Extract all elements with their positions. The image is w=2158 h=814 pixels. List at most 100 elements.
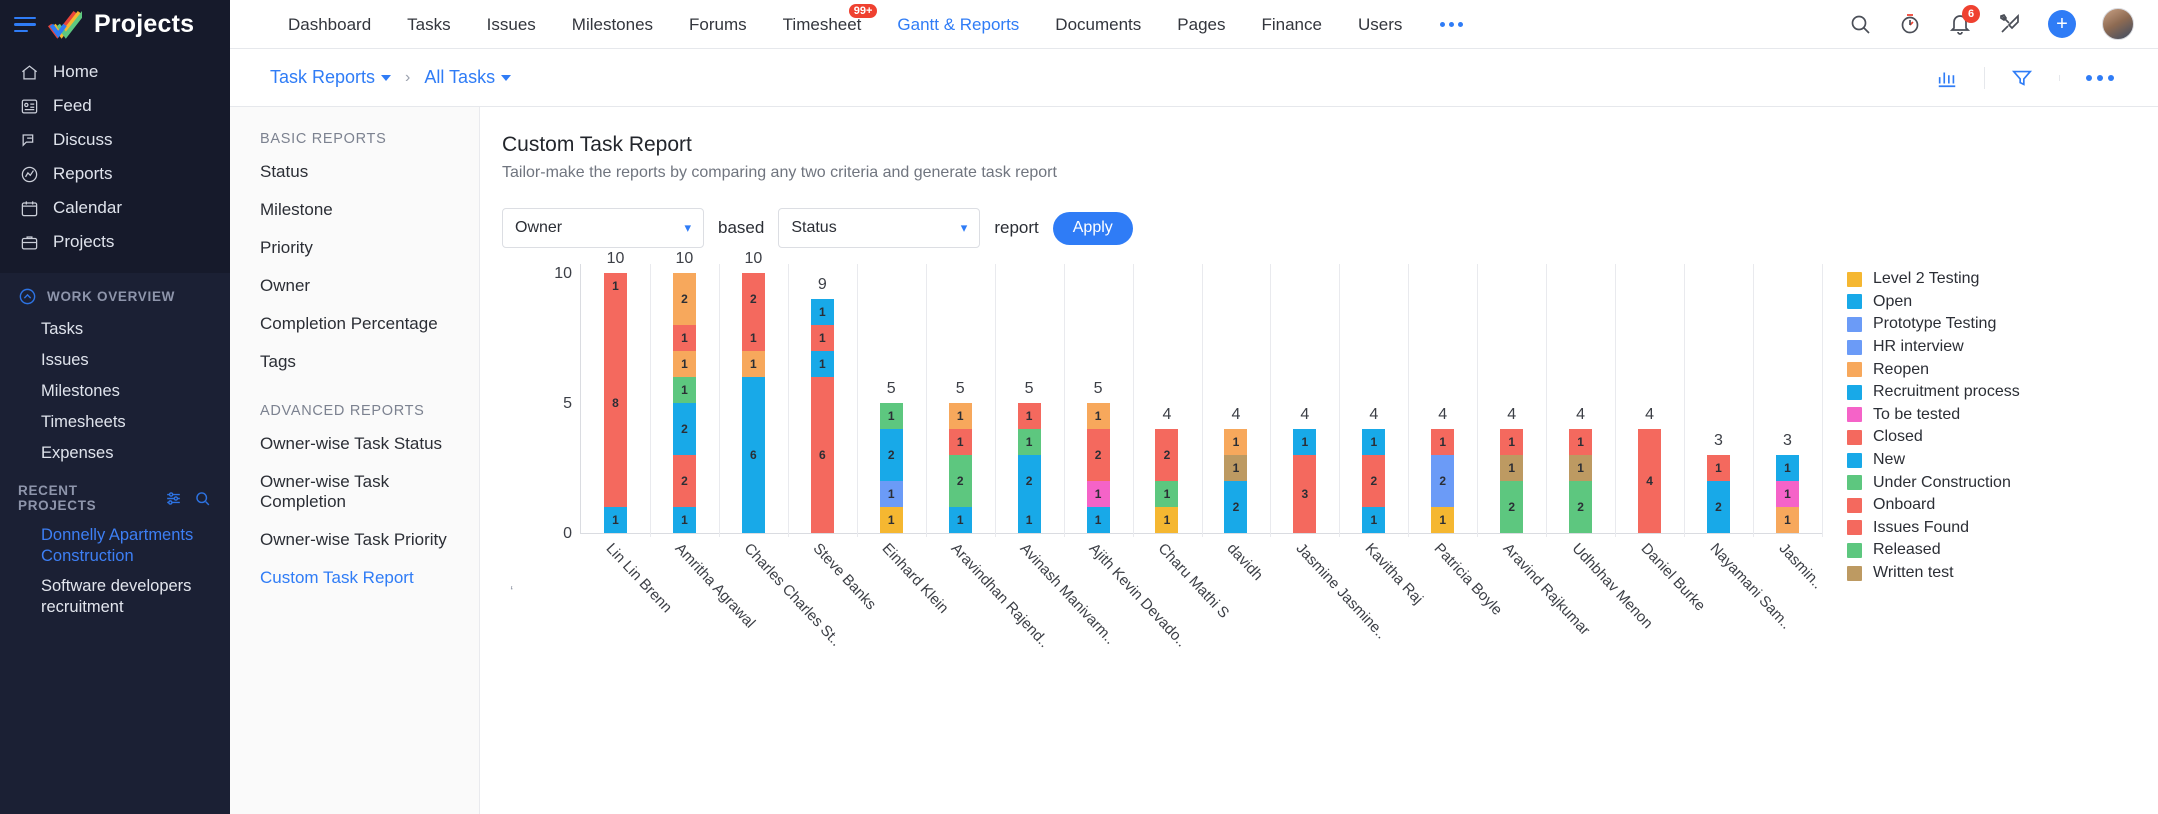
bar-segment[interactable]: 1 bbox=[1775, 455, 1799, 481]
bar-column[interactable]: 4211 bbox=[1133, 264, 1202, 533]
sidebar-item-calendar[interactable]: Calendar bbox=[0, 191, 230, 225]
bar-segment[interactable]: 2 bbox=[672, 455, 696, 507]
bar-segment[interactable]: 4 bbox=[1638, 429, 1662, 533]
nav-issues[interactable]: Issues bbox=[469, 0, 554, 49]
breadcrumb-task-reports[interactable]: Task Reports bbox=[270, 67, 392, 88]
apply-button[interactable]: Apply bbox=[1052, 211, 1133, 245]
legend-item[interactable]: HR interview bbox=[1847, 336, 2158, 359]
bar-segment[interactable]: 2 bbox=[1086, 429, 1110, 481]
bar-segment[interactable]: 1 bbox=[1775, 507, 1799, 533]
bar-segment[interactable]: 1 bbox=[810, 351, 834, 377]
bar-segment[interactable]: 1 bbox=[1431, 429, 1455, 455]
add-button[interactable]: + bbox=[2048, 10, 2076, 38]
report-item-owner[interactable]: Owner bbox=[230, 267, 479, 305]
work-overview-header[interactable]: WORK OVERVIEW bbox=[0, 273, 230, 314]
report-item-priority[interactable]: Priority bbox=[230, 229, 479, 267]
filter-icon[interactable] bbox=[1984, 66, 2059, 89]
bar-segment[interactable]: 3 bbox=[1293, 455, 1317, 533]
bar-segment[interactable]: 1 bbox=[672, 351, 696, 377]
bar-segment[interactable]: 1 bbox=[948, 403, 972, 429]
bar-segment[interactable]: 8 bbox=[603, 299, 627, 507]
bar-segment[interactable]: 2 bbox=[741, 273, 765, 325]
sidebar-item-expenses[interactable]: Expenses bbox=[0, 438, 230, 469]
more-icon[interactable] bbox=[2059, 74, 2140, 81]
legend-item[interactable]: Issues Found bbox=[1847, 517, 2158, 540]
bar-segment[interactable]: 1 bbox=[1293, 429, 1317, 455]
bar-segment[interactable]: 6 bbox=[741, 377, 765, 533]
nav-more-icon[interactable] bbox=[1420, 21, 1483, 27]
bar-segment[interactable]: 1 bbox=[879, 507, 903, 533]
bar-segment[interactable]: 1 bbox=[810, 325, 834, 351]
bar-segment[interactable]: 1 bbox=[1086, 481, 1110, 507]
bar-segment[interactable]: 1 bbox=[1224, 429, 1248, 455]
search-icon[interactable] bbox=[1848, 12, 1872, 36]
bell-icon[interactable]: 6 bbox=[1948, 5, 1980, 36]
bar-segment[interactable]: 1 bbox=[672, 507, 696, 533]
bar-segment[interactable]: 2 bbox=[1706, 481, 1730, 533]
bar-segment[interactable]: 1 bbox=[1706, 455, 1730, 481]
bar-column[interactable]: 4 121 bbox=[1339, 264, 1408, 533]
bar-column[interactable]: 3 12 bbox=[1684, 264, 1753, 533]
legend-item[interactable]: New bbox=[1847, 449, 2158, 472]
search-icon[interactable] bbox=[193, 489, 212, 508]
bar-segment[interactable]: 1 bbox=[603, 273, 627, 299]
bar-segment[interactable]: 2 bbox=[879, 429, 903, 481]
legend-item[interactable]: Released bbox=[1847, 539, 2158, 562]
bar-segment[interactable]: 1 bbox=[1775, 481, 1799, 507]
report-item-owner-wise-task-status[interactable]: Owner-wise Task Status bbox=[230, 425, 479, 463]
bar-column[interactable]: 51211 bbox=[1064, 264, 1133, 533]
legend-item[interactable]: Closed bbox=[1847, 426, 2158, 449]
legend-item[interactable]: Reopen bbox=[1847, 358, 2158, 381]
bar-column[interactable]: 10 2 1 1 1 2 2 1 bbox=[650, 250, 719, 533]
sidebar-item-reports[interactable]: Reports bbox=[0, 157, 230, 191]
bar-segment[interactable]: 1 bbox=[1086, 507, 1110, 533]
report-item-milestone[interactable]: Milestone bbox=[230, 191, 479, 229]
report-item-status[interactable]: Status bbox=[230, 153, 479, 191]
tools-icon[interactable] bbox=[1998, 12, 2022, 36]
legend-item[interactable]: Prototype Testing bbox=[1847, 313, 2158, 336]
bar-column[interactable]: 44 bbox=[1615, 264, 1684, 533]
bar-segment[interactable]: 1 bbox=[1224, 455, 1248, 481]
bar-column[interactable]: 4 121 bbox=[1408, 264, 1477, 533]
bar-segment[interactable]: 1 bbox=[1500, 455, 1524, 481]
bar-segment[interactable]: 1 bbox=[603, 507, 627, 533]
bar-segment[interactable]: 1 bbox=[1362, 507, 1386, 533]
bar-segment[interactable]: 2 bbox=[1017, 455, 1041, 507]
sidebar-item-timesheets[interactable]: Timesheets bbox=[0, 407, 230, 438]
recent-project-item[interactable]: Donnelly Apartments Construction bbox=[0, 521, 230, 572]
bar-segment[interactable]: 2 bbox=[1431, 455, 1455, 507]
owner-select[interactable]: Owner ▾ bbox=[502, 208, 704, 248]
bar-segment[interactable]: 1 bbox=[1569, 455, 1593, 481]
report-item-owner-wise-task-completion[interactable]: Owner-wise Task Completion bbox=[230, 463, 479, 521]
nav-forums[interactable]: Forums bbox=[671, 0, 765, 49]
nav-users[interactable]: Users bbox=[1340, 0, 1420, 49]
sidebar-item-milestones[interactable]: Milestones bbox=[0, 376, 230, 407]
bar-column[interactable]: 91116 bbox=[788, 264, 857, 533]
legend-item[interactable]: Level 2 Testing bbox=[1847, 268, 2158, 291]
bar-segment[interactable]: 2 bbox=[948, 455, 972, 507]
nav-dashboard[interactable]: Dashboard bbox=[270, 0, 389, 49]
bar-segment[interactable]: 1 bbox=[1017, 507, 1041, 533]
bar-segment[interactable]: 2 bbox=[672, 403, 696, 455]
legend-item[interactable]: Onboard bbox=[1847, 494, 2158, 517]
bar-segment[interactable]: 1 bbox=[1155, 507, 1179, 533]
status-select[interactable]: Status ▾ bbox=[778, 208, 981, 248]
bar-segment[interactable]: 1 bbox=[1500, 429, 1524, 455]
bar-column[interactable]: 10 1 8 1 bbox=[581, 250, 650, 533]
bar-segment[interactable]: 1 bbox=[810, 299, 834, 325]
sidebar-item-issues[interactable]: Issues bbox=[0, 345, 230, 376]
nav-timesheet[interactable]: Timesheet 99+ bbox=[765, 0, 880, 49]
recent-project-item[interactable]: Software developers recruitment bbox=[0, 572, 230, 623]
legend-item[interactable]: Under Construction bbox=[1847, 471, 2158, 494]
sidebar-item-home[interactable]: Home bbox=[0, 55, 230, 89]
bar-segment[interactable]: 1 bbox=[1086, 403, 1110, 429]
bar-segment[interactable]: 2 bbox=[1362, 455, 1386, 507]
bar-segment[interactable]: 6 bbox=[810, 377, 834, 533]
legend-item[interactable]: Written test bbox=[1847, 562, 2158, 585]
bar-segment[interactable]: 1 bbox=[672, 325, 696, 351]
bar-segment[interactable]: 2 bbox=[1500, 481, 1524, 533]
report-item-owner-wise-task-priority[interactable]: Owner-wise Task Priority bbox=[230, 521, 479, 559]
bar-segment[interactable]: 2 bbox=[1155, 429, 1179, 481]
nav-milestones[interactable]: Milestones bbox=[554, 0, 671, 49]
bar-segment[interactable]: 1 bbox=[948, 429, 972, 455]
